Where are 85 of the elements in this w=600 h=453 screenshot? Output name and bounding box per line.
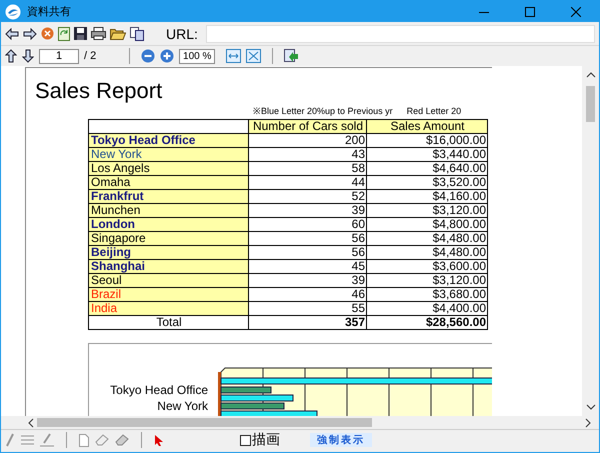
page-icon[interactable] [79, 434, 89, 446]
office-name: London [91, 217, 135, 231]
up-arrow-icon[interactable] [5, 49, 17, 63]
office-name: Los Angels [91, 161, 150, 175]
legend-note: Red Letter 20 [406, 106, 462, 117]
sales-amount-cell: $3,120.00 [366, 204, 488, 218]
stop-icon[interactable] [41, 27, 54, 40]
down-arrow-icon[interactable] [22, 49, 34, 63]
cars-sold-cell: 44 [248, 176, 366, 190]
sales-amount-cell: $16,000.00 [366, 134, 488, 148]
report-title: Sales Report [35, 78, 164, 104]
copy-icon[interactable] [130, 26, 144, 40]
total-label-cell: Total [88, 316, 248, 330]
scroll-thumb[interactable] [586, 86, 595, 122]
column-header: Number of Cars sold [248, 120, 366, 134]
forward-arrow-icon[interactable] [23, 28, 37, 40]
cars-sold-cell: 58 [248, 162, 366, 176]
sales-amount-cell: $4,480.00 [366, 232, 488, 246]
cars-sold-cell: 55 [248, 302, 366, 316]
scroll-up-icon[interactable] [586, 72, 596, 78]
total-amount-cell: $28,560.00 [366, 316, 488, 330]
cars-sold-cell: 39 [248, 204, 366, 218]
office-name: Singapore [91, 231, 146, 245]
checkbox-label[interactable]: 描画 [252, 431, 280, 449]
page-count: / 2 [84, 50, 96, 62]
sales-amount-cell: $4,640.00 [366, 162, 488, 176]
cars-sold-cell: 52 [248, 190, 366, 204]
zoom-in-icon[interactable] [160, 49, 174, 63]
category-label: New York [157, 399, 208, 413]
close-icon[interactable] [571, 6, 581, 16]
office-name: Beijing [91, 245, 132, 259]
office-name: Omaha [91, 175, 130, 189]
url-field[interactable] [206, 24, 595, 42]
office-name: Shanghai [91, 259, 146, 273]
eraser-icon[interactable] [115, 434, 129, 446]
sales-amount-cell: $4,160.00 [366, 190, 488, 204]
printer-icon[interactable] [91, 27, 106, 40]
sales-amount-cell: $3,600.00 [366, 260, 488, 274]
cars-sold-cell: 43 [248, 148, 366, 162]
sales-amount-cell: $4,800.00 [366, 218, 488, 232]
export-icon[interactable] [284, 48, 300, 64]
cars-sold-cell: 60 [248, 218, 366, 232]
sales-amount-cell: $3,440.00 [366, 148, 488, 162]
cars-sold-cell: 46 [248, 288, 366, 302]
office-name: Brazil [91, 287, 122, 301]
column-header: Sales Amount [366, 120, 488, 134]
cars-sold-cell: 39 [248, 274, 366, 288]
maximize-icon[interactable] [525, 6, 535, 16]
scroll-down-icon[interactable] [586, 404, 596, 410]
page-number-field[interactable]: 1 [39, 48, 79, 64]
legend-note: ※Blue Letter 20%up to Previous yr [253, 106, 393, 117]
fit-page-icon[interactable] [246, 49, 262, 63]
url-label: URL: [166, 26, 198, 42]
cars-sold-cell: 56 [248, 232, 366, 246]
app-logo-icon [5, 4, 21, 20]
fit-width-icon[interactable] [226, 49, 242, 63]
pointer-icon[interactable] [154, 434, 164, 446]
office-name: New York [91, 147, 142, 161]
back-arrow-icon[interactable] [5, 28, 19, 40]
office-name: Seoul [91, 273, 122, 287]
scroll-left-icon[interactable] [28, 418, 34, 428]
force-display-button[interactable]: 強制表示 [310, 433, 372, 447]
refresh-document-icon[interactable] [58, 26, 70, 40]
category-label: Tokyo Head Office [110, 383, 208, 397]
cars-sold-cell: 56 [248, 246, 366, 260]
cars-sold-cell: 200 [248, 134, 366, 148]
scroll-thumb[interactable] [37, 418, 372, 427]
office-name: India [91, 301, 118, 315]
sales-amount-cell: $3,120.00 [366, 274, 488, 288]
sales-amount-cell: $4,400.00 [366, 302, 488, 316]
window-title: 資料共有 [27, 4, 71, 19]
total-cars-cell: 357 [248, 316, 366, 330]
cars-sold-cell: 45 [248, 260, 366, 274]
office-name: Tokyo Head Office [91, 133, 196, 147]
sales-amount-cell: $3,520.00 [366, 176, 488, 190]
office-name: Munchen [91, 203, 140, 217]
sales-amount-cell: $4,480.00 [366, 246, 488, 260]
zoom-field[interactable]: 100 % [179, 48, 216, 64]
zoom-out-icon[interactable] [141, 49, 156, 63]
office-name: Frankfrut [91, 189, 144, 203]
save-icon[interactable] [74, 27, 87, 40]
scroll-right-icon[interactable] [585, 418, 591, 428]
checkbox[interactable] [240, 434, 251, 446]
folder-icon[interactable] [110, 27, 126, 40]
sales-amount-cell: $3,680.00 [366, 288, 488, 302]
